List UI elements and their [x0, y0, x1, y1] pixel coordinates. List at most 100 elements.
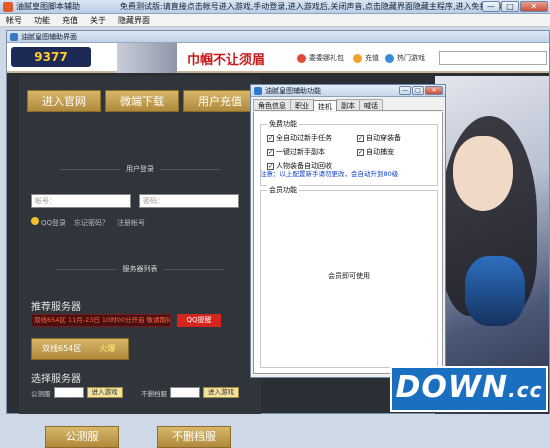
notice-marquee: 免费测试版:请直接点击帐号进入游戏,手动登录,进入游戏后,关闭声音,点击隐藏界面…: [120, 2, 510, 11]
watermark-suffix: .cc: [508, 378, 543, 402]
qq-login-label: QQ登录: [41, 219, 67, 227]
free-features-label: 免费功能: [267, 119, 299, 129]
auto-newbie-quest-checkbox[interactable]: ✓ 全自动过新手任务: [267, 133, 332, 143]
qq-login-link[interactable]: QQ登录: [31, 217, 66, 228]
hero-artwork: [435, 76, 549, 414]
test-server-row: 公测服 进入游戏: [31, 387, 123, 398]
tab-auto-battle[interactable]: 挂机: [313, 100, 337, 111]
menu-about[interactable]: 关于: [84, 15, 112, 26]
tab-dungeon[interactable]: 副本: [336, 99, 360, 110]
auto-equip-checkbox[interactable]: ✓ 自动穿装备: [357, 133, 401, 143]
account-field[interactable]: 帐号：: [31, 194, 131, 208]
select-server-title: 选择服务器: [31, 374, 81, 385]
nodelete-server-enter-button[interactable]: 进入游戏: [203, 387, 239, 398]
vip-features-label: 会员功能: [267, 185, 299, 195]
recommended-servers-title: 推荐服务器: [31, 302, 81, 313]
vip-features-group: 会员功能 会员即可使用: [260, 185, 438, 368]
test-server-input[interactable]: [53, 387, 84, 398]
newbie-dungeon-label: 一键过新手副本: [276, 148, 325, 156]
menu-account[interactable]: 帐号: [0, 15, 28, 26]
newbie-dungeon-checkbox[interactable]: ✓ 一键过新手副本: [267, 147, 325, 157]
nodelete-server-row: 不删档服 进入游戏: [141, 387, 239, 398]
minimize-button[interactable]: —: [482, 1, 500, 12]
user-recharge-button[interactable]: 用户充值: [183, 90, 257, 112]
auto-newbie-quest-label: 全自动过新手任务: [276, 134, 332, 142]
checkbox-checked-icon: ✓: [357, 148, 364, 156]
site-logo[interactable]: 9377: [11, 47, 91, 67]
inner-titlebar: 油腻皇图辅助界面: [7, 31, 549, 43]
inner-window-title: 油腻皇图辅助界面: [21, 32, 77, 41]
forgot-password-link[interactable]: 忘记密码？: [74, 218, 109, 228]
test-server-enter-button[interactable]: 进入游戏: [86, 387, 123, 398]
header-character-image: [117, 43, 177, 73]
tab-content: 免费功能 ✓ 全自动过新手任务 ✓ 自动穿装备 ✓ 一键过新手副本 ✓ 自动捕宠 ✓ 人物…: [253, 112, 443, 374]
menu-recharge[interactable]: 充值: [56, 15, 84, 26]
site-watermark: DOWN.cc: [390, 366, 548, 412]
login-section-title: 用户登录: [19, 164, 261, 174]
config-note: 注意：以上配置新手请勿更改，会自动升到80级: [260, 170, 399, 178]
checkbox-checked-icon: ✓: [267, 134, 274, 142]
hot-games-label: 热门游戏: [397, 54, 425, 62]
helper-window: 油腻皇图辅助功能 — □ ✕ 角色信息 职业 挂机 副本 喊话 免费功能 ✓ 全自…: [250, 84, 446, 378]
gift-icon: [297, 53, 306, 63]
window-title: 油腻皇图脚本辅助: [16, 2, 80, 11]
slogan: 巾帼不让须眉: [187, 53, 266, 68]
search-input[interactable]: [440, 52, 546, 64]
server-card[interactable]: 双线654区 火爆: [31, 338, 129, 360]
recommended-server-strip[interactable]: 双线654区 11月-23日 10时00分开启 敬请期待: [31, 314, 171, 327]
nodelete-server-button[interactable]: 不删档服: [157, 426, 231, 448]
app-icon: [3, 1, 13, 12]
outer-titlebar: 油腻皇图脚本辅助 免费测试版:请直接点击帐号进入游戏,手动登录,进入游戏后,关闭…: [0, 0, 550, 14]
test-server-label: 公测服: [31, 389, 51, 398]
game-icon: [385, 53, 394, 63]
helper-window-controls: — □ ✕: [399, 86, 443, 95]
gift-link[interactable]: 委委娜礼包: [297, 53, 344, 63]
auto-catch-pet-checkbox[interactable]: ✓ 自动捕宠: [357, 147, 394, 157]
hero-face: [453, 136, 513, 211]
window-controls: — □ ✕: [482, 1, 548, 12]
tab-shout[interactable]: 喊话: [359, 99, 383, 110]
maximize-button[interactable]: □: [501, 1, 519, 12]
server-name: 双线654区: [42, 344, 82, 353]
helper-tabs: 角色信息 职业 挂机 副本 喊话: [253, 99, 443, 111]
checkbox-checked-icon: ✓: [357, 134, 364, 142]
helper-app-icon: [254, 86, 262, 95]
helper-maximize-button[interactable]: □: [412, 86, 424, 95]
menu-hide-interface[interactable]: 隐藏界面: [112, 15, 156, 26]
server-status: 火爆: [99, 344, 116, 353]
helper-minimize-button[interactable]: —: [399, 86, 411, 95]
helper-title: 油腻皇图辅助功能: [265, 86, 321, 95]
password-field[interactable]: 密码：: [139, 194, 239, 208]
helper-close-button[interactable]: ✕: [425, 86, 443, 95]
nodelete-server-label: 不删档服: [141, 389, 167, 398]
close-button[interactable]: ✕: [520, 1, 548, 12]
public-test-server-button[interactable]: 公测服: [45, 426, 119, 448]
vip-only-text: 会员即可使用: [328, 272, 370, 280]
coin-icon: [353, 53, 362, 63]
auto-equip-label: 自动穿装备: [366, 134, 401, 142]
nodelete-server-input[interactable]: [170, 387, 200, 398]
register-link[interactable]: 注册帐号: [117, 218, 145, 228]
login-links: QQ登录 忘记密码？ 注册帐号: [31, 217, 145, 228]
site-header: 9377 巾帼不让须眉 委委娜礼包 充值 热门游戏: [7, 43, 549, 73]
game-panel: 进入官网 微端下载 用户充值 用户登录 帐号： 密码： QQ登录 忘记密码？ 注…: [19, 76, 261, 448]
hero-costume: [465, 256, 525, 326]
tab-profession[interactable]: 职业: [290, 99, 314, 110]
tab-character-info[interactable]: 角色信息: [253, 99, 291, 110]
menu-functions[interactable]: 功能: [28, 15, 56, 26]
hot-games-link[interactable]: 热门游戏: [385, 53, 425, 63]
helper-titlebar: 油腻皇图辅助功能 — □ ✕: [251, 85, 445, 97]
auto-catch-pet-label: 自动捕宠: [366, 148, 394, 156]
official-site-button[interactable]: 进入官网: [27, 90, 101, 112]
micro-client-download-button[interactable]: 微端下载: [105, 90, 179, 112]
watermark-main: DOWN: [395, 370, 509, 405]
qq-remind-button[interactable]: QQ提醒: [177, 314, 221, 327]
checkbox-checked-icon: ✓: [267, 148, 274, 156]
inner-app-icon: [10, 32, 18, 41]
gift-link-label: 委委娜礼包: [309, 54, 344, 62]
qq-icon: [31, 217, 39, 225]
search-box: [439, 51, 547, 65]
header-recharge-label: 充值: [365, 54, 379, 62]
header-recharge-link[interactable]: 充值: [353, 53, 379, 63]
server-list-title: 服务器列表: [19, 264, 261, 274]
